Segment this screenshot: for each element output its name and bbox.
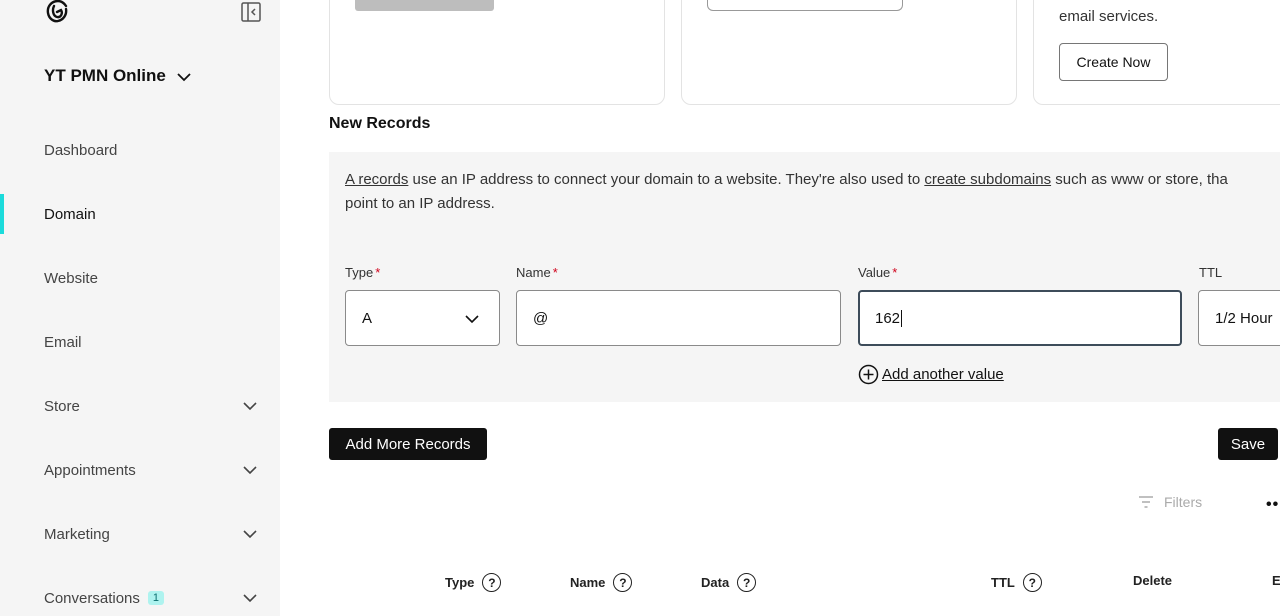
collapse-sidebar-icon[interactable] (240, 1, 262, 23)
email-promo-card: email services. Create Now (1033, 0, 1280, 105)
column-header-label: TTL (991, 575, 1015, 590)
sidebar-item-marketing[interactable]: Marketing (0, 514, 280, 554)
column-header-name: Name ? (570, 573, 633, 592)
sidebar-item-domain[interactable]: Domain (0, 194, 280, 234)
account-name: YT PMN Online (44, 66, 166, 85)
type-select-value: A (362, 309, 373, 327)
name-input[interactable]: @ (516, 290, 841, 346)
help-icon[interactable]: ? (613, 573, 633, 592)
name-label: Name * (516, 265, 558, 280)
column-header-label: E (1272, 573, 1280, 588)
description-text: use an IP address to connect your domain… (408, 171, 925, 188)
sidebar-item-website[interactable]: Website (0, 258, 280, 298)
type-label: Type * (345, 265, 380, 280)
name-input-value: @ (533, 309, 549, 327)
chevron-down-icon (243, 466, 257, 475)
description-text: such as www or store, tha (1051, 171, 1228, 188)
create-subdomains-link[interactable]: create subdomains (924, 171, 1051, 188)
promo-card (681, 0, 1017, 105)
sidebar-item-label: Conversations (44, 589, 140, 607)
create-now-button[interactable]: Create Now (1059, 43, 1168, 81)
column-header-edit: E (1272, 573, 1280, 588)
column-header-delete: Delete (1133, 573, 1172, 588)
more-options-icon[interactable]: •• (1266, 496, 1279, 514)
account-switcher[interactable]: YT PMN Online (44, 66, 192, 86)
chevron-down-icon (177, 73, 191, 82)
notification-badge: 1 (147, 590, 165, 605)
field-label-text: Type (345, 265, 374, 280)
chevron-down-icon (465, 315, 479, 324)
promo-card (329, 0, 665, 105)
ttl-select-value: 1/2 Hour (1215, 309, 1273, 327)
plus-circle-icon (858, 364, 879, 385)
sidebar-item-email[interactable]: Email (0, 322, 280, 362)
godaddy-logo-icon[interactable] (44, 0, 72, 24)
sidebar-item-appointments[interactable]: Appointments (0, 450, 280, 490)
chevron-down-icon (243, 594, 257, 603)
chevron-down-icon (243, 530, 257, 539)
text-caret (901, 309, 903, 327)
sidebar: YT PMN Online Dashboard Domain Website E… (0, 0, 280, 616)
add-another-value-link[interactable]: Add another value (858, 364, 1004, 385)
sidebar-item-dashboard[interactable]: Dashboard (0, 130, 280, 170)
card-text: email services. (1059, 8, 1159, 25)
field-label-text: Value (858, 265, 891, 280)
sidebar-item-conversations[interactable]: Conversations 1 (0, 578, 280, 616)
record-description: A records use an IP address to connect y… (345, 168, 1280, 216)
help-icon[interactable]: ? (482, 573, 502, 592)
column-header-label: Data (701, 575, 730, 590)
filters-label: Filters (1164, 494, 1203, 510)
ttl-select[interactable]: 1/2 Hour (1198, 290, 1280, 346)
column-header-data: Data ? (701, 573, 757, 592)
value-label: Value * (858, 265, 897, 280)
value-input[interactable]: 162 (858, 290, 1182, 346)
required-marker: * (375, 265, 381, 280)
required-marker: * (892, 265, 898, 280)
column-header-label: Name (570, 575, 606, 590)
filters-button[interactable]: Filters (1138, 494, 1202, 510)
a-records-link[interactable]: A records (345, 171, 408, 188)
field-label-text: TTL (1199, 265, 1223, 280)
column-header-type: Type ? (445, 573, 502, 592)
filter-icon (1139, 496, 1153, 508)
type-select[interactable]: A (345, 290, 500, 346)
section-title: New Records (329, 115, 431, 132)
help-icon[interactable]: ? (737, 573, 757, 592)
required-marker: * (552, 265, 558, 280)
save-button[interactable]: Save (1218, 428, 1278, 460)
column-header-ttl: TTL ? (991, 573, 1042, 592)
add-another-value-text: Add another value (882, 366, 1004, 383)
column-header-label: Type (445, 575, 475, 590)
description-text: point to an IP address. (345, 195, 495, 212)
chevron-down-icon (243, 402, 257, 411)
help-icon[interactable]: ? (1022, 573, 1042, 592)
field-label-text: Name (516, 265, 551, 280)
disabled-button (355, 0, 494, 11)
add-more-records-button[interactable]: Add More Records (329, 428, 487, 460)
column-header-label: Delete (1133, 573, 1173, 588)
card-button[interactable] (707, 0, 903, 11)
sidebar-item-store[interactable]: Store (0, 386, 280, 426)
ttl-label: TTL (1199, 265, 1222, 280)
value-input-value: 162 (875, 309, 901, 327)
